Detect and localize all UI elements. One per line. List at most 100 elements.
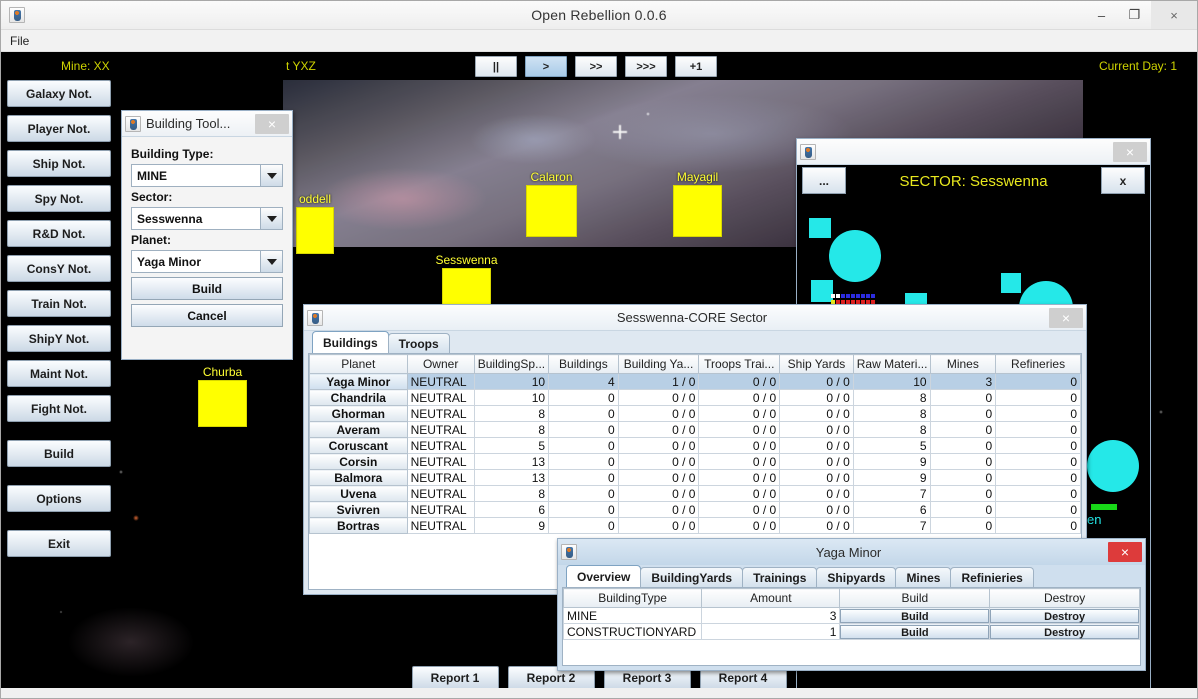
chevron-down-icon[interactable] — [260, 165, 282, 186]
tab-buildingyards[interactable]: BuildingYards — [640, 567, 744, 587]
table-row[interactable]: Uvena NEUTRAL 8 0 0 / 00 / 00 / 0700 — [309, 485, 1081, 502]
column-header-0[interactable]: Planet — [309, 354, 408, 374]
speed-button-2[interactable]: >> — [575, 56, 617, 77]
building-type-select[interactable]: MINE — [131, 164, 283, 187]
fleet-indicator-row — [831, 294, 876, 298]
sector-options-button[interactable]: ... — [802, 167, 846, 194]
column-header-2[interactable]: BuildingSp... — [473, 354, 550, 374]
sector-marker-square — [442, 268, 491, 308]
cell-destroy[interactable]: Destroy — [989, 607, 1140, 624]
destroy-button[interactable]: Destroy — [990, 608, 1139, 623]
sidebar-item-maint-not[interactable]: Maint Not. — [7, 360, 111, 387]
speed-button-3[interactable]: >>> — [625, 56, 667, 77]
galaxy-sector-calaron[interactable]: Calaron — [526, 170, 577, 237]
table-row[interactable]: Corsin NEUTRAL 13 0 0 / 00 / 00 / 0900 — [309, 453, 1081, 470]
table-row[interactable]: Chandrila NEUTRAL 10 0 0 / 00 / 00 / 0800 — [309, 389, 1081, 406]
core-window-close-icon[interactable]: × — [1049, 307, 1083, 328]
sector-window-close-icon[interactable]: × — [1113, 141, 1147, 162]
table-row[interactable]: Ghorman NEUTRAL 8 0 0 / 00 / 00 / 0800 — [309, 405, 1081, 422]
report-button-1[interactable]: Report 1 — [411, 666, 499, 690]
column-header-8[interactable]: Mines — [929, 354, 997, 374]
planet-block — [811, 280, 833, 302]
table-row[interactable]: Averam NEUTRAL 8 0 0 / 00 / 00 / 0800 — [309, 421, 1081, 438]
column-header-1[interactable]: Owner — [406, 354, 475, 374]
column-header-amount[interactable]: Amount — [701, 588, 841, 608]
sector-planet-right-edge[interactable]: en — [1087, 440, 1150, 550]
galaxy-sector-churba[interactable]: Churba — [198, 365, 247, 427]
column-header-destroy[interactable]: Destroy — [989, 588, 1140, 608]
speed-button-4[interactable]: +1 — [675, 56, 717, 77]
cell-1: NEUTRAL — [406, 421, 475, 438]
speed-button-1[interactable]: > — [525, 56, 567, 77]
cell-5: 0 / 0 — [698, 469, 781, 486]
table-row[interactable]: MINE 3 Build Destroy — [563, 607, 1140, 624]
galaxy-sector-mayagil[interactable]: Mayagil — [673, 170, 722, 237]
galaxy-sector-oddell[interactable]: oddell — [296, 192, 334, 254]
yaga-table-container[interactable]: BuildingType Amount Build Destroy MINE 3 Build… — [562, 587, 1141, 666]
sidebar-item-build[interactable]: Build — [7, 440, 111, 467]
build-button[interactable]: Build — [131, 277, 283, 300]
planet-select[interactable]: Yaga Minor — [131, 250, 283, 273]
sidebar-item-train-not[interactable]: Train Not. — [7, 290, 111, 317]
cell-amount: 3 — [701, 607, 841, 624]
cell-planet: Coruscant — [309, 437, 408, 454]
cell-1: NEUTRAL — [406, 437, 475, 454]
table-row[interactable]: Bortras NEUTRAL 9 0 0 / 00 / 00 / 0700 — [309, 517, 1081, 534]
tab-buildings[interactable]: Buildings — [312, 331, 389, 353]
table-row[interactable]: Svivren NEUTRAL 6 0 0 / 00 / 00 / 0600 — [309, 501, 1081, 518]
cell-7: 7 — [852, 517, 931, 534]
sidebar-item-consy-not[interactable]: ConsY Not. — [7, 255, 111, 282]
tab-overview[interactable]: Overview — [566, 565, 642, 587]
table-row[interactable]: CONSTRUCTIONYARD 1 Build Destroy — [563, 623, 1140, 640]
sidebar-item-galaxy-not[interactable]: Galaxy Not. — [7, 80, 111, 107]
cell-destroy[interactable]: Destroy — [989, 623, 1140, 640]
sidebar-item-options[interactable]: Options — [7, 485, 111, 512]
building-tool-close-icon[interactable]: × — [255, 113, 289, 134]
yaga-window-close-icon[interactable]: × — [1108, 542, 1142, 562]
sidebar-item-player-not[interactable]: Player Not. — [7, 115, 111, 142]
table-row[interactable]: Balmora NEUTRAL 13 0 0 / 00 / 00 / 0900 — [309, 469, 1081, 486]
speed-button-0[interactable]: || — [475, 56, 517, 77]
cell-build[interactable]: Build — [839, 607, 991, 624]
sector-marker-square — [296, 207, 334, 254]
cell-7: 8 — [852, 389, 931, 406]
column-header-9[interactable]: Refineries — [995, 354, 1081, 374]
sector-close-button[interactable]: x — [1101, 167, 1145, 194]
cancel-button[interactable]: Cancel — [131, 304, 283, 327]
yaga-window-titlebar: Yaga Minor × — [558, 539, 1145, 565]
column-header-buildingtype[interactable]: BuildingType — [563, 588, 703, 608]
sector-window-titlebar: × — [797, 139, 1150, 165]
sidebar-item-shipy-not[interactable]: ShipY Not. — [7, 325, 111, 352]
sidebar-item-fight-not[interactable]: Fight Not. — [7, 395, 111, 422]
destroy-button[interactable]: Destroy — [990, 624, 1139, 639]
sidebar-item-spy-not[interactable]: Spy Not. — [7, 185, 111, 212]
planet-label: Planet: — [131, 233, 172, 247]
tab-refinieries[interactable]: Refinieries — [950, 567, 1034, 587]
cell-2: 10 — [473, 373, 550, 390]
tab-mines[interactable]: Mines — [895, 567, 952, 587]
cell-build[interactable]: Build — [839, 623, 991, 640]
build-button[interactable]: Build — [840, 608, 989, 623]
chevron-down-icon[interactable] — [260, 251, 282, 272]
menu-item-file[interactable]: File — [1, 32, 38, 50]
sidebar-item-ship-not[interactable]: Ship Not. — [7, 150, 111, 177]
table-row[interactable]: Coruscant NEUTRAL 5 0 0 / 00 / 00 / 0500 — [309, 437, 1081, 454]
column-header-4[interactable]: Building Ya... — [617, 354, 700, 374]
column-header-build[interactable]: Build — [839, 588, 991, 608]
galaxy-sector-sesswenna[interactable]: Sesswenna — [435, 253, 498, 308]
cell-7: 7 — [852, 485, 931, 502]
chevron-down-icon[interactable] — [260, 208, 282, 229]
tab-trainings[interactable]: Trainings — [742, 567, 818, 587]
sidebar-item-r-d-not[interactable]: R&D Not. — [7, 220, 111, 247]
column-header-3[interactable]: Buildings — [548, 354, 619, 374]
cell-3: 0 — [548, 389, 619, 406]
column-header-6[interactable]: Ship Yards — [779, 354, 854, 374]
column-header-7[interactable]: Raw Materi... — [852, 354, 931, 374]
build-button[interactable]: Build — [840, 624, 989, 639]
sidebar-item-exit[interactable]: Exit — [7, 530, 111, 557]
column-header-5[interactable]: Troops Trai... — [698, 354, 781, 374]
sector-select[interactable]: Sesswenna — [131, 207, 283, 230]
tab-shipyards[interactable]: Shipyards — [816, 567, 897, 587]
table-row[interactable]: Yaga Minor NEUTRAL 10 4 1 / 00 / 00 / 0 10 3 0 — [309, 373, 1081, 390]
tab-troops[interactable]: Troops — [387, 333, 450, 353]
